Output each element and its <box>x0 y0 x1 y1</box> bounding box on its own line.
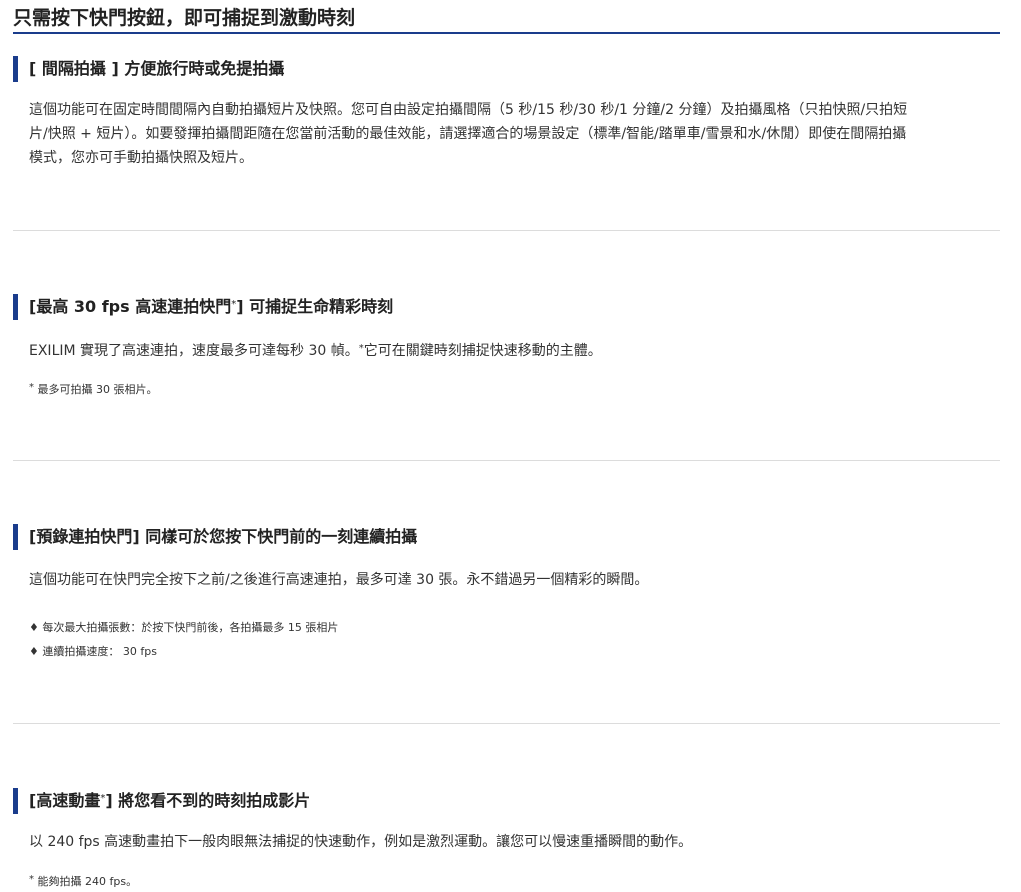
section-high-speed-movie: [高速動畫*] 將您看不到的時刻拍成影片 以 240 fps 高速動畫拍下一般肉… <box>13 788 1000 888</box>
section-heading: [ 間隔拍攝 ] 方便旅行時或免提拍攝 <box>13 56 1000 82</box>
section-divider <box>13 723 1000 724</box>
body-line: 模式，您亦可手動拍攝快照及短片。 <box>29 150 253 166</box>
footnote-text: 能夠拍攝 240 fps。 <box>34 875 138 888</box>
section-title: [最高 30 fps 高速連拍快門*] 可捕捉生命精彩時刻 <box>29 294 393 320</box>
section-title: [高速動畫*] 將您看不到的時刻拍成影片 <box>29 788 310 814</box>
footnote-marker: * <box>29 874 34 885</box>
section-body: 以 240 fps 高速動畫拍下一般肉眼無法捕捉的快速動作，例如是激烈運動。讓您… <box>29 834 693 850</box>
section-divider <box>13 230 1000 231</box>
footnote-marker: * <box>231 299 237 310</box>
footnote: * 最多可拍攝 30 張相片。 <box>29 382 158 398</box>
footnote-marker: * <box>358 343 364 354</box>
footnote-marker: * <box>29 382 34 393</box>
section-title-part: ] 將您看不到的時刻拍成影片 <box>105 791 311 810</box>
section-title-part: [高速動畫 <box>29 791 101 810</box>
page-title: 只需按下快門按鈕，即可捕捉到激動時刻 <box>13 4 1000 34</box>
section-body: EXILIM 實現了高速連拍，速度最多可達每秒 30 幀。*它可在關鍵時刻捕捉快… <box>29 339 989 363</box>
footnote: * 能夠拍攝 240 fps。 <box>29 874 137 890</box>
section-heading: [預錄連拍快門] 同樣可於您按下快門前的一刻連續拍攝 <box>13 524 1000 550</box>
body-text-part: EXILIM 實現了高速連拍，速度最多可達每秒 30 幀。 <box>29 343 359 359</box>
section-body: 這個功能可在快門完全按下之前/之後進行高速連拍，最多可達 30 張。永不錯過另一… <box>29 572 649 588</box>
section-body: 這個功能可在固定時間間隔內自動拍攝短片及快照。您可自由設定拍攝間隔（5 秒/15… <box>29 98 989 170</box>
section-heading: [高速動畫*] 將您看不到的時刻拍成影片 <box>13 788 1000 814</box>
section-title-part: ] 可捕捉生命精彩時刻 <box>236 297 394 316</box>
heading-accent-bar <box>13 56 18 82</box>
section-divider <box>13 460 1000 461</box>
section-prerecord-burst: [預錄連拍快門] 同樣可於您按下快門前的一刻連續拍攝 這個功能可在快門完全按下之… <box>13 524 1000 658</box>
body-text-part: 它可在關鍵時刻捕捉快速移動的主體。 <box>363 343 602 359</box>
section-high-speed-burst: [最高 30 fps 高速連拍快門*] 可捕捉生命精彩時刻 EXILIM 實現了… <box>13 294 1000 396</box>
section-title: [ 間隔拍攝 ] 方便旅行時或免提拍攝 <box>29 59 285 78</box>
heading-accent-bar <box>13 294 18 320</box>
heading-accent-bar <box>13 788 18 814</box>
body-line: 片/快照 + 短片）。如要發揮拍攝間距隨在您當前活動的最佳效能，請選擇適合的場景… <box>29 126 907 142</box>
section-title: [預錄連拍快門] 同樣可於您按下快門前的一刻連續拍攝 <box>29 527 418 546</box>
heading-accent-bar <box>13 524 18 550</box>
section-heading: [最高 30 fps 高速連拍快門*] 可捕捉生命精彩時刻 <box>13 294 1000 320</box>
page-title-text: 只需按下快門按鈕，即可捕捉到激動時刻 <box>13 7 356 29</box>
spec-bullet: ♦ 連續拍攝速度： 30 fps <box>29 645 157 658</box>
body-line: 這個功能可在固定時間間隔內自動拍攝短片及快照。您可自由設定拍攝間隔（5 秒/15… <box>29 102 908 118</box>
footnote-marker: * <box>100 793 106 804</box>
section-title-part: [最高 30 fps 高速連拍快門 <box>29 297 232 316</box>
section-interval-shooting: [ 間隔拍攝 ] 方便旅行時或免提拍攝 這個功能可在固定時間間隔內自動拍攝短片及… <box>13 56 1000 166</box>
spec-bullet: ♦ 每次最大拍攝張數：於按下快門前後，各拍攝最多 15 張相片 <box>29 621 339 634</box>
footnote-text: 最多可拍攝 30 張相片。 <box>34 383 158 396</box>
